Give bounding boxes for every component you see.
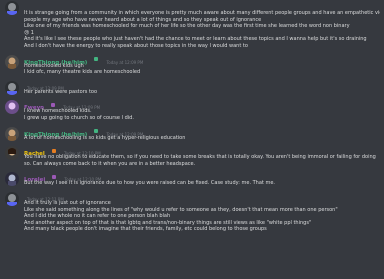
chat-message-list: It is strange going from a community in … [0, 0, 384, 279]
message-text: And it truly is just out of ignorance [24, 199, 111, 206]
user-avatar-4[interactable] [5, 146, 19, 161]
message-group: KingThiong (he/him) Today at 12:09 PM Ho… [0, 54, 384, 76]
message-group: Today at 12:09 PM Her parents were pasto… [0, 80, 384, 96]
user-avatar-1[interactable] [5, 1, 19, 15]
message-text: It is strange going from a community in … [24, 10, 380, 16]
message-group: Fweyn Today at 12:09 PM I knew homeschoo… [0, 99, 384, 121]
message-text: And I don't have the energy to really sp… [24, 42, 248, 49]
message-text: people my age who have never heard about… [24, 16, 262, 23]
message-group: Rachel Today at 12:10 PM You have no obl… [0, 145, 384, 167]
role-icon [94, 129, 99, 134]
message-text: I kid ofc, many theatre kids are homesch… [24, 69, 141, 76]
user-avatar-1[interactable] [5, 191, 19, 206]
message-text: Like one of my friends was homeschooled … [24, 23, 350, 30]
user-avatar-5[interactable] [5, 172, 19, 187]
role-icon [94, 57, 99, 62]
message-text: I grew up going to church so of course I… [24, 114, 134, 121]
user-avatar-2[interactable] [5, 126, 19, 141]
message-text: You have no obligation to educate them, … [24, 154, 376, 167]
message-text: Her parents were pastors too [24, 88, 98, 95]
message-text: A lot of homeschooling is so kids get a … [24, 134, 186, 141]
message-group: Today at 12:11 PM And it truly is just o… [0, 191, 384, 233]
message-group: Lorelei Today at 12:10 PM But the way I … [0, 171, 384, 187]
message-header: Lorelei Today at 12:10 PM [24, 171, 380, 183]
role-icon [51, 102, 56, 107]
message-text: I knew homeschooled kids. [24, 108, 92, 115]
message-header: Rachel Today at 12:10 PM [24, 145, 380, 157]
message-text: But the way I see it is ignorance due to… [24, 180, 275, 187]
message-header [24, 1, 380, 10]
message-group: It is strange going from a community in … [0, 0, 384, 50]
reaction-badge[interactable]: 😢 1 [24, 30, 380, 37]
user-avatar-1[interactable] [5, 80, 19, 95]
timestamp: Today at 12:09 PM [106, 59, 144, 65]
user-avatar-3[interactable] [5, 100, 19, 115]
role-icon [51, 148, 56, 153]
message-header: Today at 12:11 PM [24, 191, 380, 202]
message-group: KingThiong (he/him) Today at 12:09 PM A … [0, 126, 384, 142]
message-header: Fweyn Today at 12:09 PM [24, 99, 380, 111]
role-icon [52, 174, 57, 179]
message-text: Homeschooled kids ugh [24, 62, 84, 69]
message-text: And I did the whole no it can refer to o… [24, 213, 171, 220]
message-text: Like she said something along the lines … [24, 206, 338, 213]
user-avatar-2[interactable] [5, 54, 19, 69]
message-text: And it's like I see these people who jus… [24, 36, 367, 43]
message-header: KingThiong (he/him) Today at 12:09 PM [24, 126, 380, 138]
message-text: And another aspect on top of that is tha… [24, 219, 312, 226]
message-header: KingThiong (he/him) Today at 12:09 PM [24, 54, 380, 66]
message-header: Today at 12:09 PM [24, 80, 380, 91]
message-text: And many black people don't imagine that… [24, 226, 267, 233]
